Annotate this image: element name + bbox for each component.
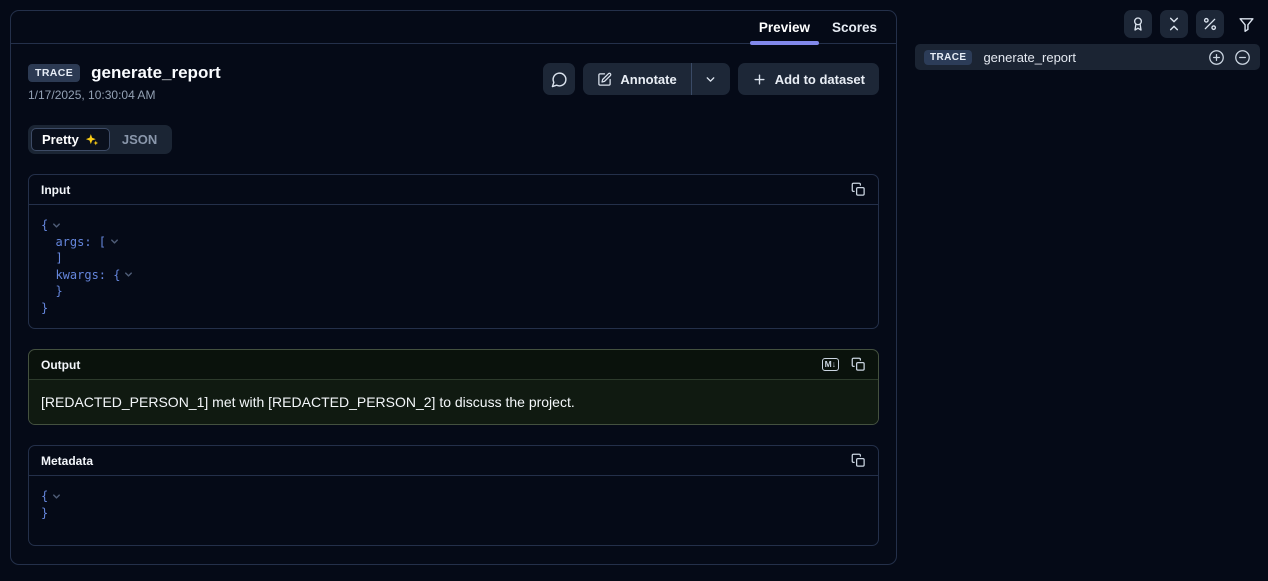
json-line: } — [41, 301, 48, 315]
output-content: [REDACTED_PERSON_1] met with [REDACTED_P… — [29, 380, 878, 424]
collapse-chevron-icon[interactable] — [51, 220, 62, 231]
collapse-circle-icon[interactable] — [1234, 49, 1251, 66]
input-json-view: { args: [ ] kwargs: { } } — [29, 205, 878, 328]
add-to-dataset-label: Add to dataset — [775, 72, 865, 87]
sparkles-icon — [85, 133, 99, 147]
award-icon — [1130, 16, 1146, 32]
annotate-button[interactable]: Annotate — [583, 63, 690, 95]
edit-icon — [597, 72, 612, 87]
tab-bar: Preview Scores — [11, 11, 896, 44]
json-line: { — [41, 218, 48, 232]
trace-timestamp: 1/17/2025, 10:30:04 AM — [28, 88, 221, 102]
output-panel-title: Output — [41, 358, 80, 372]
json-line: ] — [41, 251, 63, 265]
toggle-pretty-label: Pretty — [42, 132, 79, 147]
add-to-dataset-button[interactable]: Add to dataset — [738, 63, 879, 95]
markdown-toggle-icon[interactable]: M↓ — [822, 358, 839, 371]
trace-row-badge: TRACE — [924, 50, 972, 65]
view-format-toggle: Pretty JSON — [28, 125, 172, 154]
trace-row-title: generate_report — [983, 50, 1076, 65]
json-line: kwargs: { — [41, 268, 120, 282]
output-panel: Output M↓ [REDACTED_PERSON_1] met with [… — [28, 349, 879, 425]
annotate-split-button: Annotate — [583, 63, 729, 95]
trace-header: TRACE generate_report 1/17/2025, 10:30:0… — [28, 63, 221, 102]
metadata-panel: Metadata { } — [28, 445, 879, 546]
input-panel-title: Input — [41, 183, 70, 197]
sidebar-toolbar — [1124, 10, 1260, 38]
input-panel: Input { args: [ ] kwargs: { } } — [28, 174, 879, 329]
annotations-button[interactable] — [1124, 10, 1152, 38]
toggle-json[interactable]: JSON — [110, 128, 169, 151]
tab-scores[interactable]: Scores — [821, 11, 888, 43]
collapse-chevron-icon[interactable] — [109, 236, 120, 247]
collapse-all-button[interactable] — [1160, 10, 1188, 38]
json-line: { — [41, 489, 48, 503]
collapse-chevron-icon[interactable] — [123, 269, 134, 280]
page-title: generate_report — [91, 63, 220, 83]
tab-preview[interactable]: Preview — [748, 11, 821, 43]
comment-icon — [551, 71, 568, 88]
json-line: args: [ — [41, 235, 106, 249]
tab-preview-label: Preview — [759, 20, 810, 35]
filter-icon — [1238, 16, 1255, 33]
collapse-chevron-icon[interactable] — [51, 491, 62, 502]
trace-actions: Annotate Add to dataset — [543, 63, 879, 95]
copy-icon[interactable] — [851, 453, 866, 468]
chevron-down-icon — [704, 73, 717, 86]
copy-icon[interactable] — [851, 182, 866, 197]
json-line: } — [41, 506, 48, 520]
toggle-pretty[interactable]: Pretty — [31, 128, 110, 151]
metrics-button[interactable] — [1196, 10, 1224, 38]
trace-type-badge: TRACE — [28, 64, 80, 82]
active-tab-underline — [750, 41, 819, 45]
comment-button[interactable] — [543, 63, 575, 95]
collapse-icon — [1166, 16, 1182, 32]
trace-tree-row[interactable]: TRACE generate_report — [915, 44, 1260, 70]
toggle-json-label: JSON — [122, 132, 157, 147]
metadata-panel-title: Metadata — [41, 454, 93, 468]
annotate-dropdown-button[interactable] — [692, 63, 730, 95]
plus-icon — [752, 72, 767, 87]
annotate-button-label: Annotate — [620, 72, 676, 87]
copy-icon[interactable] — [851, 357, 866, 372]
metadata-json-view: { } — [29, 476, 878, 545]
percent-icon — [1202, 16, 1218, 32]
filter-button[interactable] — [1232, 10, 1260, 38]
trace-detail-panel: Preview Scores TRACE generate_report 1/1… — [10, 10, 897, 565]
json-line: } — [41, 284, 63, 298]
expand-circle-icon[interactable] — [1208, 49, 1225, 66]
tab-scores-label: Scores — [832, 20, 877, 35]
